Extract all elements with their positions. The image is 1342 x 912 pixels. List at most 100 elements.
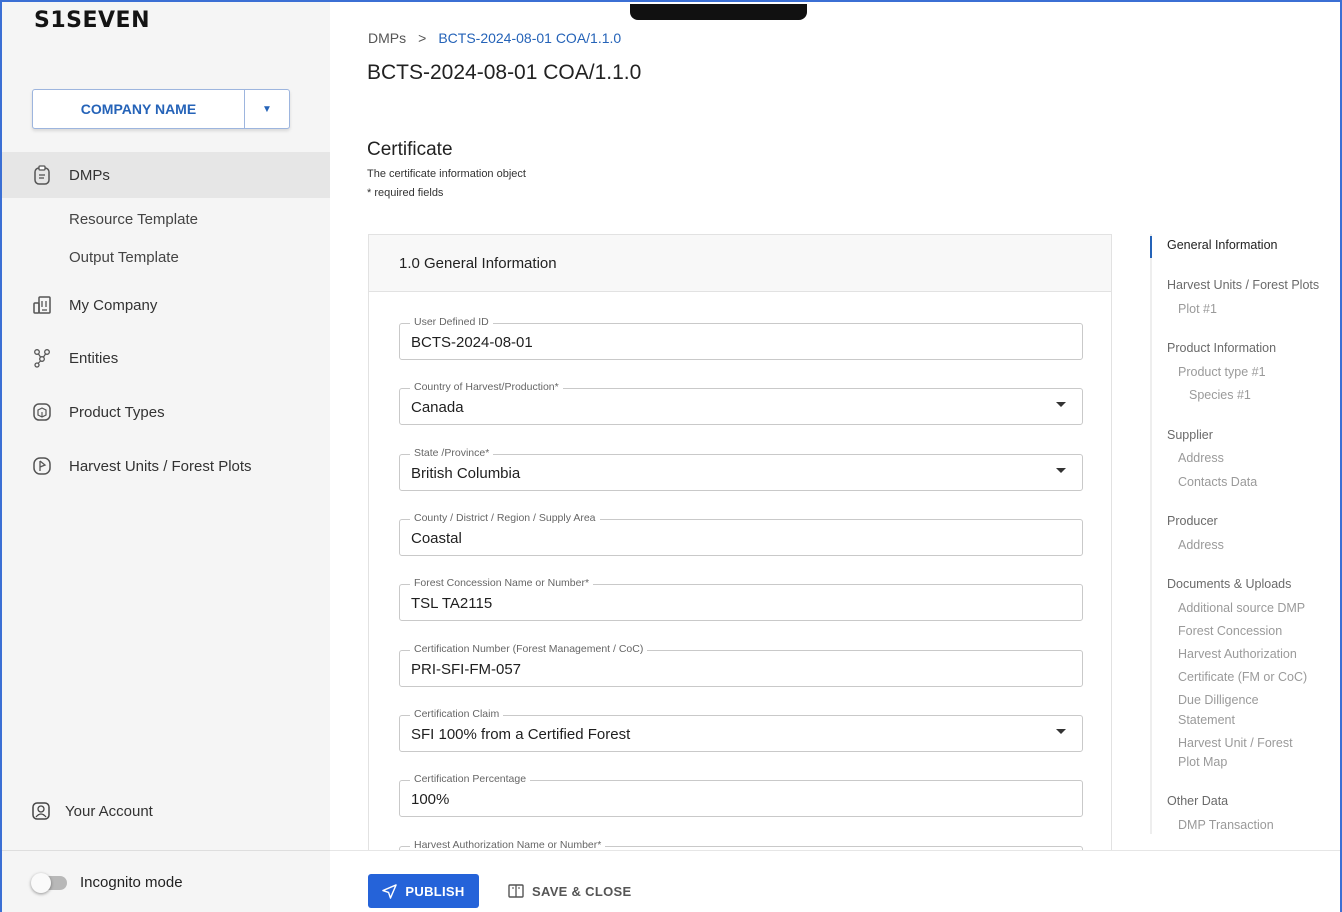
field-value: BCTS-2024-08-01 xyxy=(411,334,533,351)
incognito-label: Incognito mode xyxy=(80,874,183,891)
toc-item-plot-1[interactable]: Plot #1 xyxy=(1178,302,1217,316)
toc-item-producer-address[interactable]: Address xyxy=(1178,538,1224,552)
incognito-toggle[interactable] xyxy=(31,872,67,893)
sidebar-item-entities[interactable]: Entities xyxy=(2,335,330,381)
toc-item-supplier-address[interactable]: Address xyxy=(1178,451,1224,465)
toc-item-product-information[interactable]: Product Information xyxy=(1167,341,1276,355)
toc-item-due-diligence[interactable]: Due Dilligence xyxy=(1178,693,1259,707)
app-logo: S1SEVEN xyxy=(34,8,150,33)
toc-active-indicator xyxy=(1150,236,1152,258)
section-description: The certificate information object xyxy=(367,168,526,180)
your-account-label: Your Account xyxy=(65,802,153,820)
toc-item-supplier[interactable]: Supplier xyxy=(1167,428,1213,442)
company-selector[interactable]: COMPANY NAME ▼ xyxy=(32,89,290,129)
sidebar-item-output-template[interactable]: Output Template xyxy=(69,249,179,266)
toc-item-documents-uploads[interactable]: Documents & Uploads xyxy=(1167,577,1291,591)
sidebar-item-dmps[interactable]: DMPs xyxy=(2,152,330,198)
toc-item-harvest-unit-map-cont[interactable]: Plot Map xyxy=(1178,755,1227,769)
toc-item-dmp-transaction[interactable]: DMP Transaction xyxy=(1178,818,1274,832)
field-value: PRI-SFI-FM-057 xyxy=(411,661,522,678)
field-value: TSL TA2115 xyxy=(411,595,493,612)
sidebar-item-harvest-units[interactable]: Harvest Units / Forest Plots xyxy=(2,443,330,489)
dropdown-arrow-icon[interactable] xyxy=(1056,402,1066,407)
toc-item-additional-source-dmp[interactable]: Additional source DMP xyxy=(1178,601,1305,615)
book-icon xyxy=(508,884,524,898)
toc-item-other-data[interactable]: Other Data xyxy=(1167,794,1228,808)
sidebar-item-label: Harvest Units / Forest Plots xyxy=(69,457,252,475)
field-value: SFI 100% from a Certified Forest xyxy=(411,726,631,743)
toc-item-general-information[interactable]: General Information xyxy=(1167,238,1277,252)
sidebar-item-label: DMPs xyxy=(69,166,110,184)
sidebar-item-label: Product Types xyxy=(69,403,165,421)
toc-item-harvest-units[interactable]: Harvest Units / Forest Plots xyxy=(1167,278,1319,292)
breadcrumb-separator: > xyxy=(418,30,427,46)
building-icon xyxy=(31,294,53,316)
toc-item-harvest-authorization[interactable]: Harvest Authorization xyxy=(1178,647,1297,661)
sidebar-item-label: Entities xyxy=(69,349,119,367)
field-label: County / District / Region / Supply Area xyxy=(410,512,600,524)
breadcrumb-root[interactable]: DMPs xyxy=(368,30,406,46)
breadcrumb: DMPs > BCTS-2024-08-01 COA/1.1.0 xyxy=(368,30,621,46)
county-district-field[interactable]: County / District / Region / Supply Area… xyxy=(399,512,1083,556)
sidebar-item-my-company[interactable]: My Company xyxy=(2,282,330,328)
toggle-knob xyxy=(31,872,51,893)
action-bar: PUBLISH SAVE & CLOSE xyxy=(330,850,1340,912)
user-icon xyxy=(31,801,51,821)
toc-item-forest-concession[interactable]: Forest Concession xyxy=(1178,624,1282,638)
field-value: British Columbia xyxy=(411,465,521,482)
incognito-bar: Incognito mode xyxy=(2,850,330,912)
map-icon xyxy=(31,455,53,477)
field-label: Country of Harvest/Production* xyxy=(410,381,563,393)
dropdown-arrow-icon[interactable] xyxy=(1056,468,1066,473)
network-icon xyxy=(31,347,53,369)
general-information-card: 1.0 General Information User Defined ID … xyxy=(368,234,1112,864)
field-value: Canada xyxy=(411,399,464,416)
field-label: State /Province* xyxy=(410,447,494,459)
clipboard-icon xyxy=(31,164,53,186)
camera-notch xyxy=(630,4,807,20)
certification-percentage-field[interactable]: Certification Percentage 100% xyxy=(399,773,1083,817)
send-icon xyxy=(382,883,398,899)
toc-item-contacts-data[interactable]: Contacts Data xyxy=(1178,475,1257,489)
forest-concession-field[interactable]: Forest Concession Name or Number* TSL TA… xyxy=(399,577,1083,621)
field-value: Coastal xyxy=(411,530,462,547)
app-window: S1SEVEN COMPANY NAME ▼ DMPs Resource Tem… xyxy=(0,0,1342,912)
field-label: Certification Claim xyxy=(410,708,504,720)
main-content: DMPs > BCTS-2024-08-01 COA/1.1.0 BCTS-20… xyxy=(330,2,1340,912)
your-account-link[interactable]: Your Account xyxy=(2,794,153,828)
company-name-button[interactable]: COMPANY NAME xyxy=(33,90,245,128)
required-fields-note: * required fields xyxy=(367,187,444,199)
box-icon xyxy=(31,401,53,423)
sidebar-item-resource-template[interactable]: Resource Template xyxy=(69,211,198,228)
field-label: Certification Number (Forest Management … xyxy=(410,643,648,655)
certification-number-field[interactable]: Certification Number (Forest Management … xyxy=(399,643,1083,687)
country-select[interactable]: Country of Harvest/Production* Canada xyxy=(399,381,1083,425)
publish-button[interactable]: PUBLISH xyxy=(368,874,479,908)
save-close-button[interactable]: SAVE & CLOSE xyxy=(508,874,631,908)
field-label: User Defined ID xyxy=(410,316,493,328)
breadcrumb-current[interactable]: BCTS-2024-08-01 COA/1.1.0 xyxy=(438,30,621,46)
sidebar-item-product-types[interactable]: Product Types xyxy=(2,389,330,435)
page-title: BCTS-2024-08-01 COA/1.1.0 xyxy=(367,61,642,84)
field-value: 100% xyxy=(411,791,450,808)
state-province-select[interactable]: State /Province* British Columbia xyxy=(399,447,1083,491)
field-label: Forest Concession Name or Number* xyxy=(410,577,594,589)
field-label: Certification Percentage xyxy=(410,773,531,785)
toc-item-producer[interactable]: Producer xyxy=(1167,514,1218,528)
toc-rail xyxy=(1150,234,1152,834)
certification-claim-select[interactable]: Certification Claim SFI 100% from a Cert… xyxy=(399,708,1083,752)
card-title: 1.0 General Information xyxy=(369,235,1111,292)
toc-item-due-diligence-cont[interactable]: Statement xyxy=(1178,713,1235,727)
sidebar-item-label: My Company xyxy=(69,296,158,314)
publish-label: PUBLISH xyxy=(405,883,465,899)
chevron-down-icon[interactable]: ▼ xyxy=(245,90,289,128)
save-close-label: SAVE & CLOSE xyxy=(532,883,632,899)
user-defined-id-field[interactable]: User Defined ID BCTS-2024-08-01 xyxy=(399,316,1083,360)
toc-item-species-1[interactable]: Species #1 xyxy=(1189,388,1251,402)
toc-item-certificate[interactable]: Certificate (FM or CoC) xyxy=(1178,670,1307,684)
toc-item-product-type-1[interactable]: Product type #1 xyxy=(1178,365,1266,379)
sidebar: S1SEVEN COMPANY NAME ▼ DMPs Resource Tem… xyxy=(2,2,330,912)
dropdown-arrow-icon[interactable] xyxy=(1056,729,1066,734)
section-title: Certificate xyxy=(367,139,453,160)
toc-item-harvest-unit-map[interactable]: Harvest Unit / Forest xyxy=(1178,736,1293,750)
